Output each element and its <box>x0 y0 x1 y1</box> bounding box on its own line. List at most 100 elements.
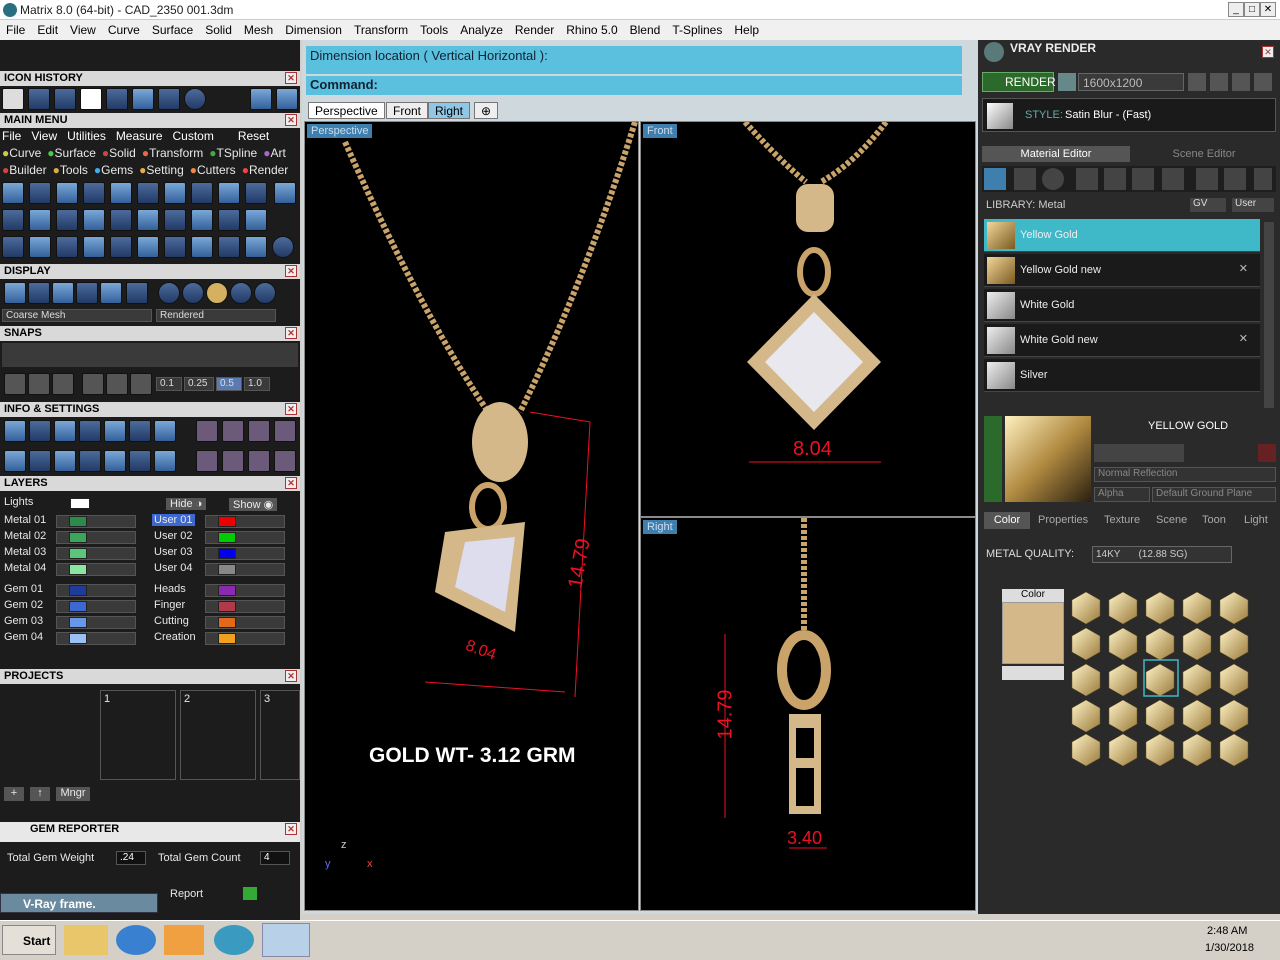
layer-heads[interactable]: Heads <box>154 583 186 595</box>
menu-render[interactable]: Render <box>515 23 554 37</box>
display-icon[interactable] <box>52 282 74 304</box>
circle-icon[interactable] <box>272 236 294 258</box>
project-slot[interactable]: 2 <box>180 690 256 780</box>
cat-curve[interactable]: ●Curve <box>2 146 41 160</box>
layer-cutting[interactable]: Cutting <box>154 615 189 627</box>
mm-measure[interactable]: Measure <box>116 129 163 143</box>
mm-view[interactable]: View <box>31 129 57 143</box>
metal-quality-select[interactable]: 14KY (12.88 SG) <box>1092 546 1232 563</box>
info-icon[interactable] <box>104 420 126 442</box>
display-mesh-select[interactable]: Coarse Mesh <box>2 309 152 322</box>
close-icon[interactable]: ✕ <box>285 670 297 682</box>
report-button[interactable]: Report <box>170 888 203 900</box>
material-item[interactable]: Yellow Gold <box>984 219 1260 252</box>
mm-custom[interactable]: Custom <box>173 129 214 143</box>
menu-view[interactable]: View <box>70 23 96 37</box>
subtab-properties[interactable]: Properties <box>1038 514 1088 526</box>
layer-controls[interactable] <box>56 584 136 597</box>
tool-icon[interactable] <box>83 209 105 231</box>
layer-controls[interactable] <box>56 600 136 613</box>
menu-blend[interactable]: Blend <box>630 23 661 37</box>
snap-value[interactable]: 0.25 <box>184 377 214 391</box>
light-icon[interactable] <box>1254 168 1272 190</box>
reflection-select[interactable]: Normal Reflection <box>1094 467 1276 482</box>
layer-controls[interactable] <box>205 584 285 597</box>
pattern-icon[interactable] <box>1162 168 1184 190</box>
menu-transform[interactable]: Transform <box>354 23 408 37</box>
cat-cutters[interactable]: ●Cutters <box>190 163 236 177</box>
layer-metal-01[interactable]: Metal 01 <box>4 514 46 526</box>
layer-user-01[interactable]: User 01 <box>152 514 195 526</box>
layer-gem-02[interactable]: Gem 02 <box>4 599 43 611</box>
snap-value[interactable]: 0.5 <box>216 377 242 391</box>
gem-icon[interactable] <box>1014 168 1036 190</box>
new-file-icon[interactable] <box>80 88 102 110</box>
tool-icon[interactable] <box>29 182 51 204</box>
style-selector[interactable]: STYLE: Satin Blur - (Fast) <box>982 98 1276 132</box>
cat-solid[interactable]: ●Solid <box>102 146 136 160</box>
menu-analyze[interactable]: Analyze <box>460 23 503 37</box>
info-icon[interactable] <box>104 450 126 472</box>
menu-edit[interactable]: Edit <box>37 23 58 37</box>
menu-rhino[interactable]: Rhino 5.0 <box>566 23 617 37</box>
snap-icon[interactable] <box>52 373 74 395</box>
layer-controls[interactable] <box>205 515 285 528</box>
resolution-select[interactable]: 1600x1200 <box>1078 73 1184 91</box>
project-slot[interactable]: 1 <box>100 690 176 780</box>
info-icon[interactable] <box>154 420 176 442</box>
layer-creation[interactable]: Creation <box>154 631 196 643</box>
tray-icons[interactable] <box>1110 933 1190 949</box>
info-icon[interactable] <box>222 450 244 472</box>
layer-metal-03[interactable]: Metal 03 <box>4 546 46 558</box>
square-icon[interactable] <box>1076 168 1098 190</box>
layer-controls[interactable] <box>56 563 136 576</box>
curve-tool-icon[interactable] <box>106 88 128 110</box>
texture-icon[interactable] <box>1224 168 1246 190</box>
subtab-color[interactable]: Color <box>984 512 1030 529</box>
close-button[interactable]: ✕ <box>1260 2 1276 17</box>
tab-material-editor[interactable]: Material Editor <box>982 146 1130 162</box>
play-icon[interactable] <box>243 887 257 900</box>
manager-button[interactable]: Mngr <box>56 787 90 801</box>
browser-icon[interactable] <box>116 925 156 955</box>
layer-controls[interactable] <box>205 632 285 645</box>
hide-toggle[interactable]: Hide ◑ <box>166 498 207 510</box>
subtab-texture[interactable]: Texture <box>1104 514 1140 526</box>
subtab-light[interactable]: Light <box>1244 514 1268 526</box>
sphere-icon[interactable] <box>254 282 276 304</box>
info-icon[interactable] <box>79 450 101 472</box>
close-icon[interactable]: ✕ <box>285 477 297 489</box>
tool-icon[interactable] <box>245 209 267 231</box>
tool-icon[interactable] <box>164 236 186 258</box>
tab-right[interactable]: Right <box>428 102 471 119</box>
material-item[interactable]: White Gold <box>984 289 1260 322</box>
front-viewport[interactable]: Front 8.04 <box>640 121 976 517</box>
info-icon[interactable] <box>129 450 151 472</box>
tool-icon[interactable] <box>29 236 51 258</box>
close-icon[interactable]: ✕ <box>1262 46 1274 58</box>
display-icon[interactable] <box>28 282 50 304</box>
close-icon[interactable]: ✕ <box>285 72 297 84</box>
forward-arrow-icon[interactable] <box>276 88 298 110</box>
snap-value[interactable]: 1.0 <box>244 377 270 391</box>
cat-art[interactable]: ●Art <box>263 146 286 160</box>
snap-icon[interactable] <box>4 373 26 395</box>
tool-icon[interactable] <box>245 236 267 258</box>
wireframe-icon[interactable] <box>4 282 26 304</box>
perspective-viewport[interactable]: Perspective 14.79 8.04 GOLD WT- 3.12 GRM… <box>304 121 639 911</box>
tool-icon[interactable] <box>83 182 105 204</box>
close-icon[interactable]: ✕ <box>285 327 297 339</box>
sphere-icon[interactable] <box>230 282 252 304</box>
menu-help[interactable]: Help <box>734 23 759 37</box>
info-icon[interactable] <box>248 420 270 442</box>
frame-icon[interactable] <box>1210 73 1228 91</box>
info-icon[interactable] <box>29 450 51 472</box>
matrix-app-icon[interactable] <box>262 923 310 957</box>
show-toggle[interactable]: Show ◉ <box>229 498 278 511</box>
info-icon[interactable] <box>154 450 176 472</box>
snap-icon[interactable] <box>82 373 104 395</box>
menu-tsplines[interactable]: T-Splines <box>672 23 722 37</box>
menu-surface[interactable]: Surface <box>152 23 193 37</box>
snap-icon[interactable] <box>130 373 152 395</box>
mm-file[interactable]: File <box>2 129 21 143</box>
